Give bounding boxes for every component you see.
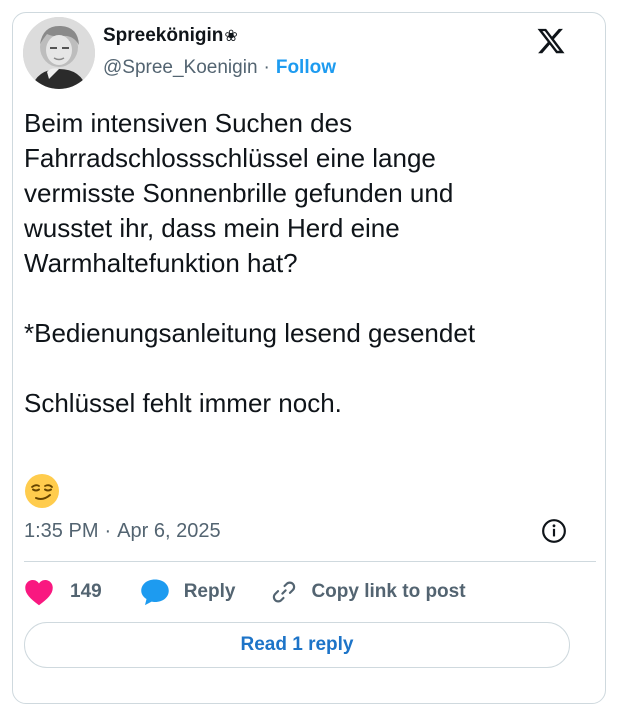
tweet-timestamp[interactable]: 1:35 PM · Apr 6, 2025 (24, 517, 221, 545)
reply-bubble-icon (140, 579, 169, 606)
tweet-text: Beim intensiven Suchen des Fahrradschlos… (24, 108, 476, 418)
read-replies-button[interactable]: Read 1 reply (24, 622, 570, 668)
follow-button[interactable]: Follow (276, 57, 336, 79)
reply-label: Reply (183, 581, 236, 602)
x-logo-icon[interactable] (535, 26, 567, 56)
heart-icon (25, 580, 53, 606)
author-handle-row: @Spree_Koenigin · Follow (103, 56, 336, 80)
author-display-name[interactable]: Spreekönigin (103, 25, 223, 47)
info-icon[interactable] (541, 518, 567, 544)
copy-link-label: Copy link to post (311, 581, 466, 602)
like-count: 149 (70, 581, 102, 602)
smirking-face-icon (25, 474, 59, 508)
name-flower-badge: ❀ (224, 28, 238, 45)
copy-link-button[interactable]: Copy link to post (271, 579, 466, 605)
avatar[interactable] (23, 17, 95, 89)
action-bar: 149 Reply Copy link to post (24, 574, 466, 610)
author-name-row: Spreekönigin ❀ (103, 24, 238, 48)
handle-separator: · (263, 57, 270, 78)
reply-button[interactable]: Reply (140, 578, 236, 606)
link-icon (273, 581, 296, 603)
timestamp-separator: · (104, 519, 112, 542)
avatar-photo (23, 17, 95, 89)
divider (24, 561, 596, 562)
author-handle[interactable]: @Spree_Koenigin (103, 57, 258, 79)
like-button[interactable]: 149 (24, 578, 102, 606)
tweet-date: Apr 6, 2025 (117, 519, 221, 542)
tweet-time: 1:35 PM (24, 519, 99, 542)
